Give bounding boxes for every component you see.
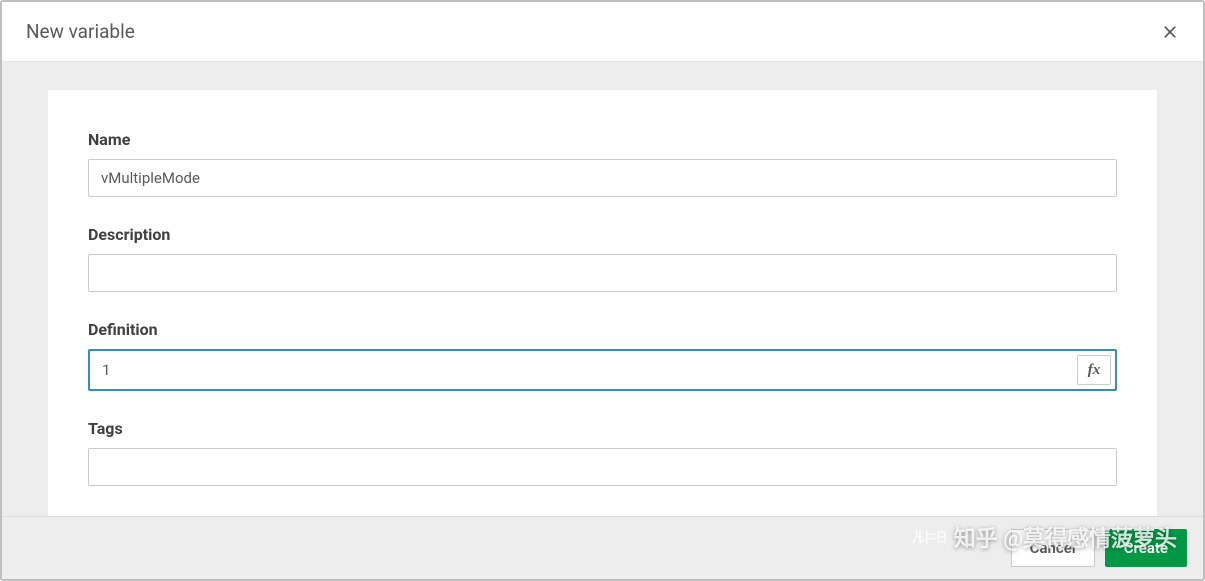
close-button[interactable] bbox=[1161, 23, 1179, 41]
tags-group: Tags bbox=[88, 419, 1117, 486]
modal-footer: Cancel Create bbox=[2, 516, 1203, 579]
modal-title: New variable bbox=[26, 20, 135, 43]
definition-input-wrapper: fx bbox=[88, 349, 1117, 391]
modal-header: New variable bbox=[2, 2, 1203, 62]
close-icon bbox=[1161, 23, 1179, 41]
modal-body: Name Description Definition fx Tags bbox=[2, 62, 1203, 516]
tags-label: Tags bbox=[88, 419, 1117, 438]
description-group: Description bbox=[88, 225, 1117, 292]
definition-label: Definition bbox=[88, 320, 1117, 339]
name-group: Name bbox=[88, 130, 1117, 197]
new-variable-modal: New variable Name Description Definition bbox=[0, 0, 1205, 581]
description-input[interactable] bbox=[88, 254, 1117, 292]
fx-icon: fx bbox=[1088, 362, 1101, 379]
definition-input[interactable] bbox=[90, 351, 1077, 389]
expression-editor-button[interactable]: fx bbox=[1077, 355, 1111, 385]
name-label: Name bbox=[88, 130, 1117, 149]
create-button[interactable]: Create bbox=[1105, 529, 1187, 567]
cancel-button[interactable]: Cancel bbox=[1011, 529, 1095, 567]
form-card: Name Description Definition fx Tags bbox=[48, 90, 1157, 516]
definition-group: Definition fx bbox=[88, 320, 1117, 391]
description-label: Description bbox=[88, 225, 1117, 244]
name-input[interactable] bbox=[88, 159, 1117, 197]
tags-input[interactable] bbox=[88, 448, 1117, 486]
